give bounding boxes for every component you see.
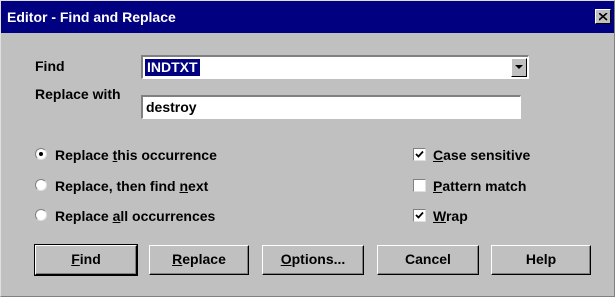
find-replace-dialog: Editor - Find and Replace Find INDTXT Re…: [0, 0, 615, 297]
checkbox[interactable]: [413, 179, 426, 192]
checkmark-icon: [415, 150, 424, 158]
radio-button[interactable]: [35, 179, 47, 191]
radio-button[interactable]: [35, 209, 47, 221]
find-label: Find: [35, 58, 65, 74]
checkbox-wrap[interactable]: Wrap: [413, 207, 573, 225]
radio-label: Replace, then find next: [55, 178, 209, 194]
radio-replace-find-next[interactable]: Replace, then find next: [35, 177, 265, 195]
checkbox-label: Case sensitive: [433, 147, 531, 163]
checkbox-pattern-match[interactable]: Pattern match: [413, 177, 573, 195]
checkbox-case-sensitive[interactable]: Case sensitive: [413, 146, 573, 164]
radio-replace-all[interactable]: Replace all occurrences: [35, 207, 265, 225]
checkbox-label: Pattern match: [433, 178, 527, 194]
find-button[interactable]: Find: [34, 244, 138, 276]
close-button[interactable]: [595, 9, 611, 24]
checkbox[interactable]: [413, 209, 426, 222]
window-title: Editor - Find and Replace: [7, 9, 176, 25]
checkbox-label: Wrap: [433, 208, 468, 224]
replace-label: Replace with: [35, 86, 121, 102]
find-combobox[interactable]: INDTXT: [141, 55, 529, 79]
radio-label: Replace all occurrences: [55, 208, 216, 224]
title-bar[interactable]: Editor - Find and Replace: [1, 1, 614, 33]
checkbox[interactable]: [413, 148, 426, 161]
close-icon: [599, 13, 608, 21]
find-value[interactable]: INDTXT: [145, 59, 200, 76]
chevron-down-icon: [515, 65, 523, 69]
help-button[interactable]: Help: [491, 245, 591, 275]
radio-button[interactable]: [35, 148, 47, 160]
replace-input[interactable]: destroy: [141, 95, 521, 119]
find-dropdown-button[interactable]: [511, 58, 527, 77]
cancel-button[interactable]: Cancel: [377, 245, 479, 275]
radio-replace-this[interactable]: Replace this occurrence: [35, 146, 265, 164]
radio-label: Replace this occurrence: [55, 147, 217, 163]
checkmark-icon: [415, 211, 424, 219]
replace-button[interactable]: Replace: [149, 245, 249, 275]
options-button[interactable]: Options...: [262, 245, 364, 275]
